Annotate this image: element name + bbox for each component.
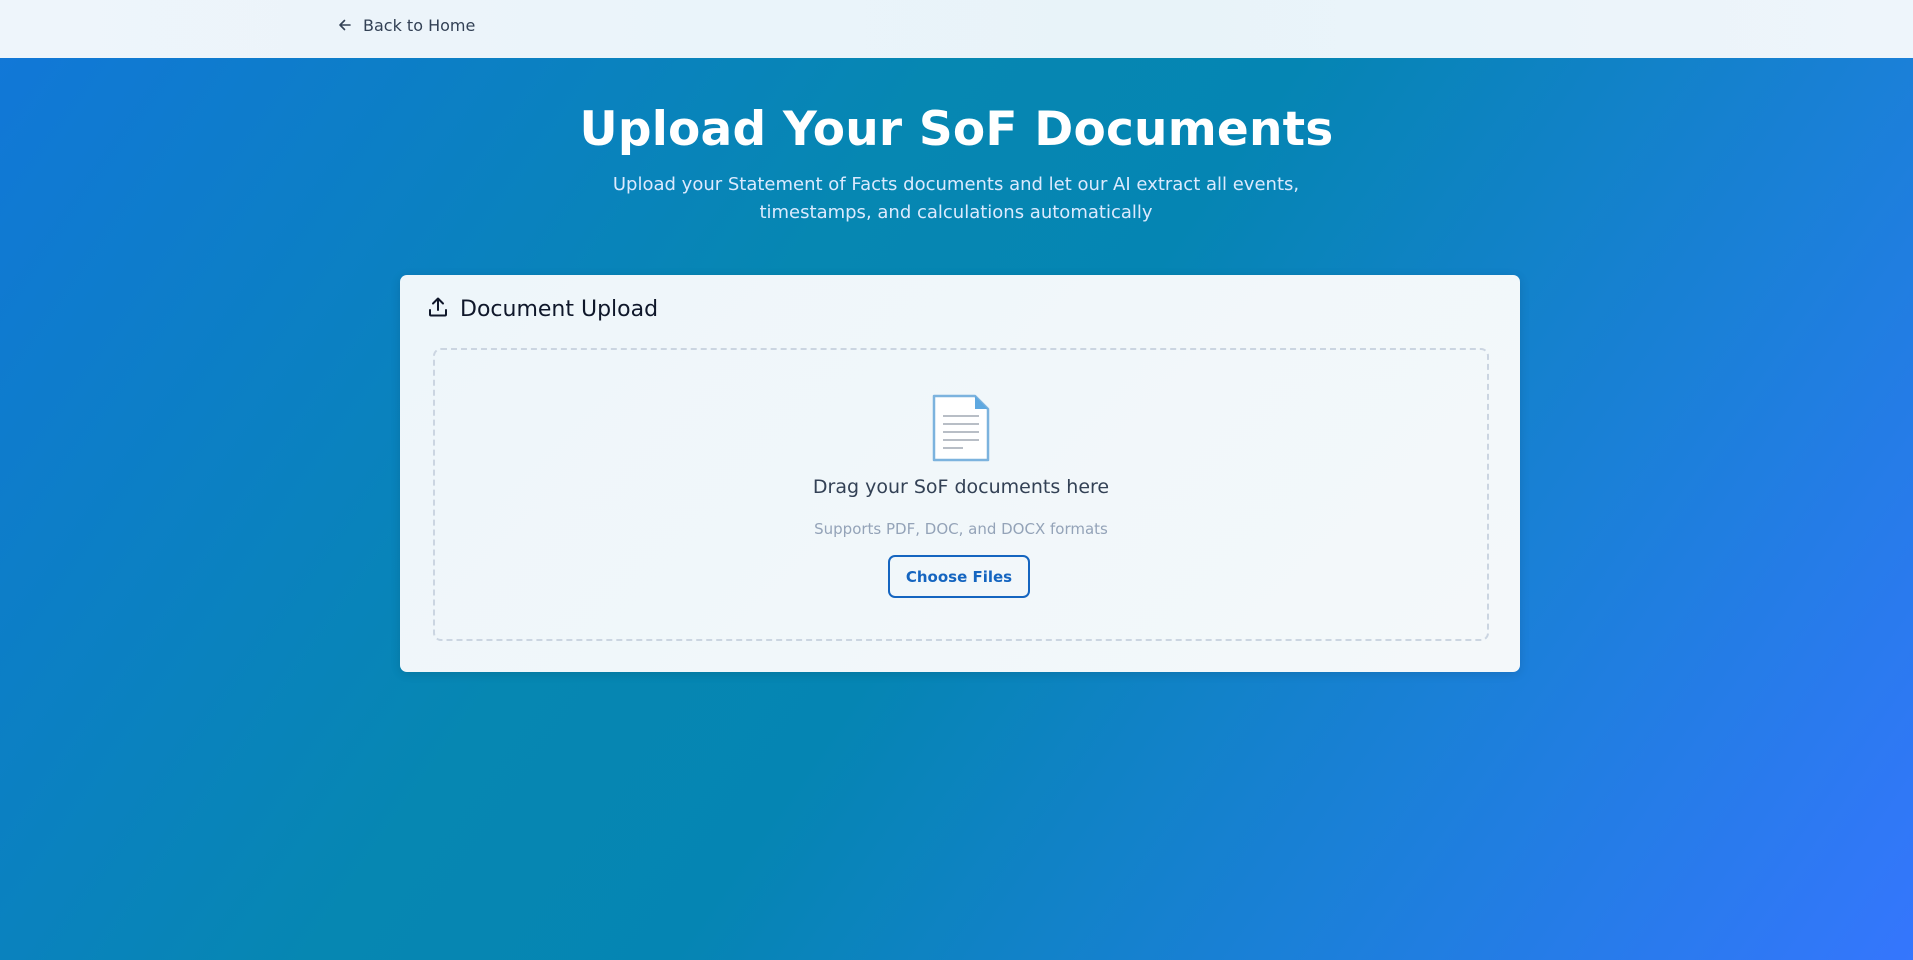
arrow-left-icon bbox=[337, 17, 353, 33]
card-title: Document Upload bbox=[460, 296, 659, 322]
choose-files-button[interactable]: Choose Files bbox=[888, 555, 1030, 598]
document-upload-card: Document Upload Drag your SoF documents … bbox=[400, 275, 1520, 672]
top-bar: Back to Home bbox=[0, 0, 1913, 58]
page-title: Upload Your SoF Documents bbox=[579, 102, 1334, 157]
back-to-home-link[interactable]: Back to Home bbox=[337, 14, 475, 36]
document-icon bbox=[931, 394, 991, 466]
page-subtitle: Upload your Statement of Facts documents… bbox=[612, 174, 1300, 223]
card-header: Document Upload bbox=[426, 295, 658, 323]
dropzone-heading: Drag your SoF documents here bbox=[812, 476, 1110, 498]
supported-formats-text: Supports PDF, DOC, and DOCX formats bbox=[814, 520, 1108, 538]
upload-icon bbox=[426, 295, 450, 323]
file-dropzone[interactable]: Drag your SoF documents here Supports PD… bbox=[433, 348, 1489, 641]
back-link-label: Back to Home bbox=[363, 15, 476, 35]
